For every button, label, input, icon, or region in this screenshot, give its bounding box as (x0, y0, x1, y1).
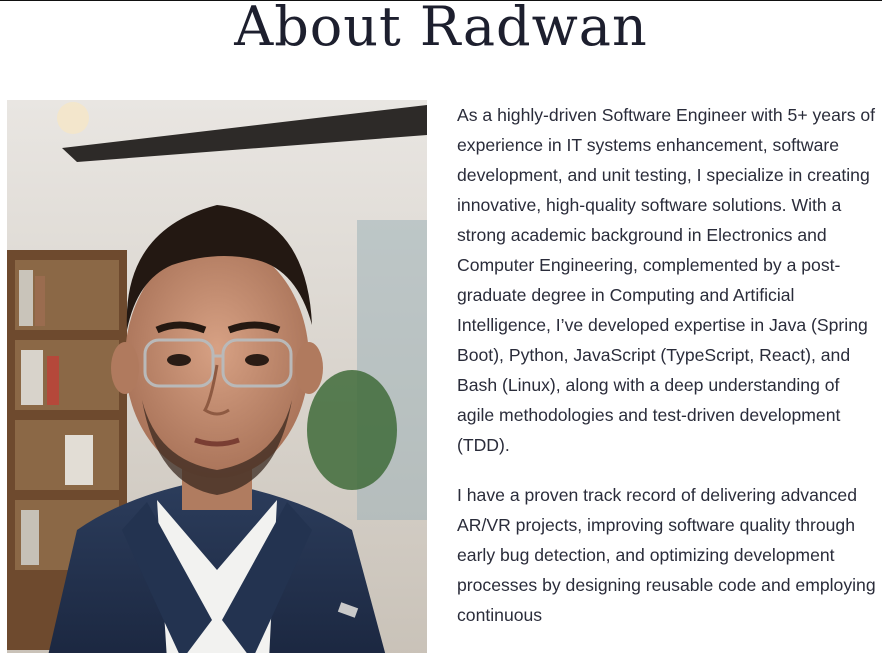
about-section: About Radwan As a highly-driven Software… (0, 0, 882, 653)
bio-paragraph-1: As a highly-driven Software Engineer wit… (457, 105, 876, 455)
bio-text: As a highly-driven Software Engineer wit… (457, 100, 877, 650)
page-title: About Radwan (234, 0, 648, 58)
portrait-photo (7, 100, 427, 653)
bio-paragraph-2: I have a proven track record of deliveri… (457, 485, 876, 625)
